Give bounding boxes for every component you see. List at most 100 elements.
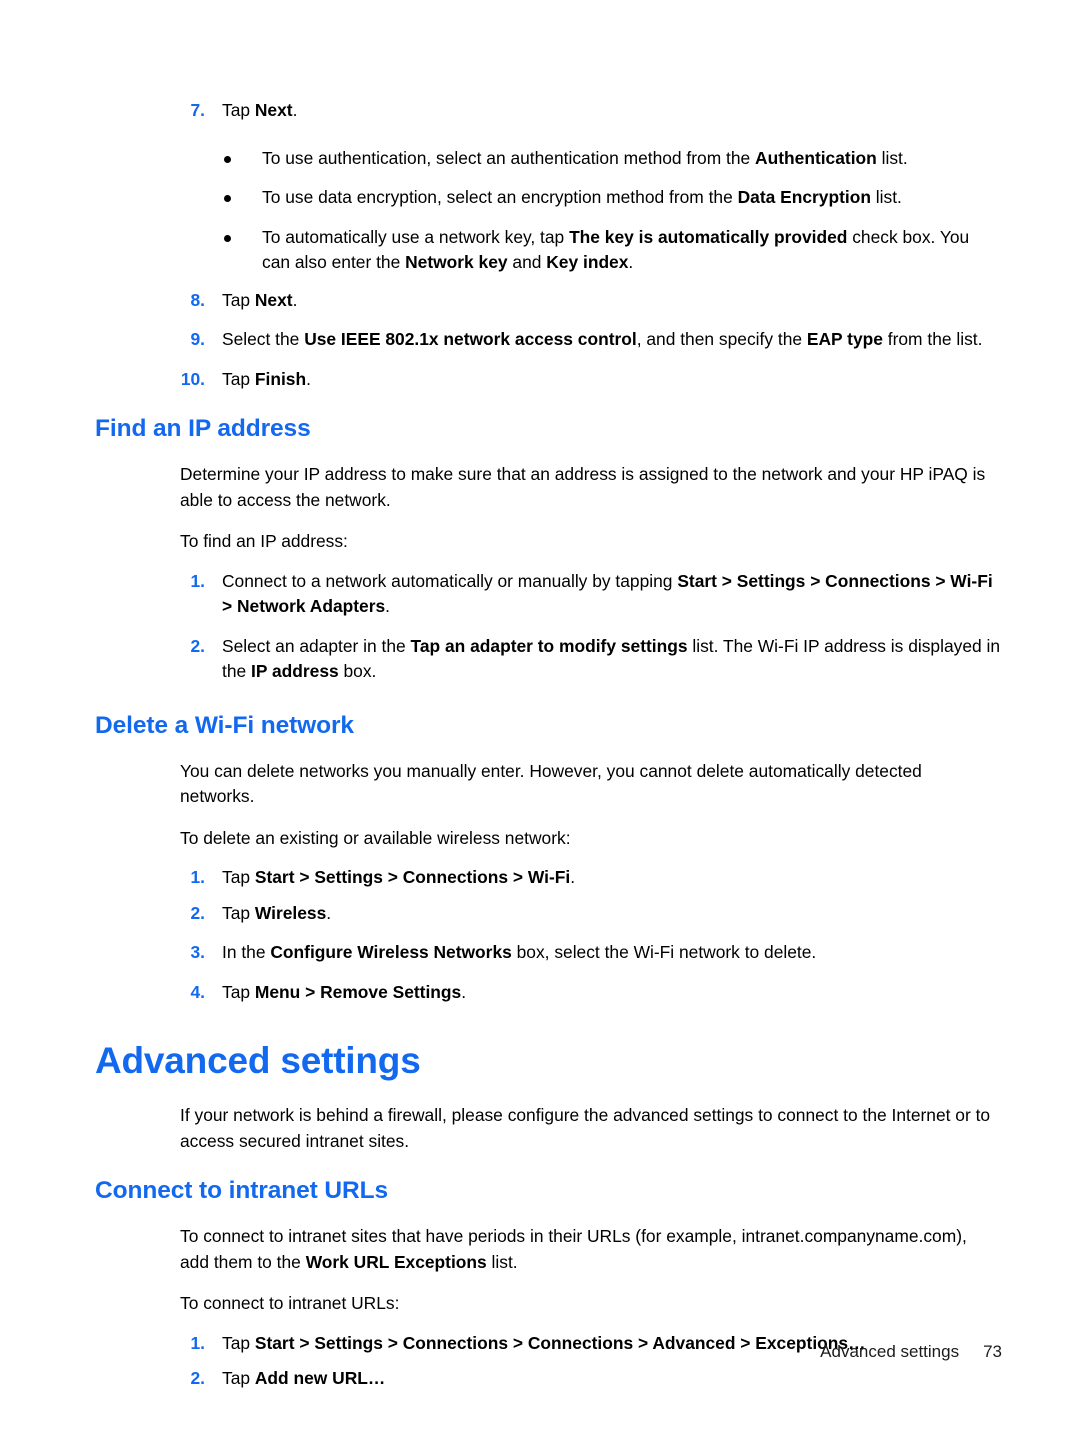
step10-bold: Finish [254,368,307,389]
list-item-number: 7. [190,100,205,120]
find-step1-c: . [385,596,391,616]
del-step3-a: In the [222,942,271,962]
paragraph-delete-intro: You can delete networks you manually ent… [180,760,922,807]
find-step2-d: IP address [251,661,339,681]
step8-text-after: . [292,289,298,310]
find-step1-a: Connect to a network automatically or ma… [222,570,678,591]
numbered-list-delete-wifi: 1. Tap Start > Settings > Connections > … [0,865,1080,1005]
bullet-list-auth-options: To use authentication, select an authent… [0,146,1080,276]
list-item: 2. Select an adapter in the Tap an adapt… [0,634,1080,685]
paragraph-intranet-intro: To connect to intranet sites that have p… [0,1224,1080,1275]
list-item-number: 3. [190,942,205,962]
del-step2-a: Tap [222,902,255,923]
bullet2-b: Data Encryption [737,187,871,207]
paragraph-find-ip-intro: Determine your IP address to make sure t… [180,464,986,510]
list-item-number: 1. [190,570,205,591]
numbered-list-wifi-setup-cont: 8. Tap Next. 9. Select the Use IEEE 802.… [0,288,1080,393]
step9-a: Select the [222,329,305,349]
list-item: 1. Tap Start > Settings > Connections > … [0,865,1080,891]
del-step1-c: . [570,867,576,887]
list-item: 2. Tap Wireless. [0,901,1080,927]
intra-step2-a: Tap [222,1368,255,1388]
bullet3-g: . [628,252,634,272]
del-step2-b: Wireless [254,902,327,923]
step7-text-after: . [292,100,298,120]
bullet-dot-icon [224,155,231,163]
find-step2-b: Tap an adapter to modify settings [410,635,688,656]
paragraph-intranet-lead: To connect to intranet URLs: [180,1293,400,1313]
step7-text-before: Tap [222,100,255,120]
bullet1-a: To use authentication, select an authent… [262,147,756,168]
list-item-number: 4. [190,981,205,1002]
page-footer: Advanced settings 73 [0,1342,1080,1362]
numbered-list-wifi-setup: 7. Tap Next. [0,98,1080,124]
list-item: To use authentication, select an authent… [0,146,1080,172]
step10-text-after: . [306,368,311,389]
step8-bold: Next [254,289,293,310]
del-step3-b: Configure Wireless Networks [270,942,512,962]
list-item-text: Tap Next. [222,100,297,120]
paragraph-advanced-intro: If your network is behind a firewall, pl… [180,1105,991,1151]
bullet3-a: To automatically use a network key, tap [262,226,570,247]
list-item-number: 9. [190,329,205,349]
section-heading-delete-wifi-wrap: Delete a Wi-Fi network [0,711,1080,741]
list-item-text: Tap Wireless. [222,903,331,923]
del-step1-b: Start > Settings > Connections > Wi-Fi [254,867,571,887]
intranet-intro-c: list. [486,1251,518,1272]
del-step4-c: . [461,981,467,1002]
bullet1-c: list. [876,147,908,168]
bullet-text: To use authentication, select an authent… [262,148,908,168]
bullet3-f: Key index [546,252,629,272]
footer-section-label: Advanced settings [820,1342,960,1361]
intra-step2-b: Add new URL… [254,1368,386,1388]
step8-text-before: Tap [222,289,255,310]
page-content: 7. Tap Next. To use authentication, sele… [0,98,1080,1392]
list-item-number: 8. [190,289,205,310]
bullet-dot-icon [224,195,231,202]
list-item: To use data encryption, select an encryp… [0,185,1080,211]
step9-b: Use IEEE 802.1x network access control [304,329,637,349]
list-item: 1. Connect to a network automatically or… [0,569,1080,620]
footer-page-number: 73 [983,1342,1002,1361]
step7-bold: Next [254,100,293,120]
find-step2-a: Select an adapter in the [222,635,411,656]
section-heading-find-ip-wrap: Find an IP address [0,414,1080,444]
bullet-text: To use data encryption, select an encryp… [262,187,902,207]
paragraph-find-ip-lead: To find an IP address: [180,531,348,551]
list-item-number: 2. [190,902,205,923]
list-item-text: Tap Add new URL… [222,1368,385,1388]
bullet3-e: and [507,252,547,272]
bullet1-b: Authentication [755,147,877,168]
list-item: 3. In the Configure Wireless Networks bo… [0,940,1080,966]
del-step3-c: box, select the Wi-Fi network to delete. [511,942,817,962]
del-step4-b: Menu > Remove Settings [254,981,462,1002]
list-item-number: 10. [180,368,205,389]
del-step4-a: Tap [222,981,255,1002]
section-heading-connect-intranet: Connect to intranet URLs [95,1177,388,1204]
paragraph-delete-lead: To delete an existing or available wirel… [180,827,571,848]
intranet-intro-b: Work URL Exceptions [305,1251,487,1272]
bullet2-c: list. [870,187,902,207]
bullet2-a: To use data encryption, select an encryp… [262,187,738,207]
list-item-text: Select the Use IEEE 802.1x network acces… [222,329,982,349]
bullet3-b: The key is automatically provided [569,226,848,247]
chapter-heading-advanced-settings: Advanced settings [95,1040,421,1081]
step9-e: from the list. [882,329,983,349]
list-item: 9. Select the Use IEEE 802.1x network ac… [0,327,1080,353]
list-item-text: Tap Next. [222,290,297,310]
section-heading-delete-wifi: Delete a Wi-Fi network [95,711,354,739]
del-step2-c: . [326,902,332,923]
bullet3-d: Network key [405,252,508,272]
find-step2-e: box. [338,661,377,681]
list-item: 2. Tap Add new URL… [0,1366,1080,1392]
del-step1-a: Tap [222,867,255,887]
list-item-text: Tap Finish. [222,369,311,389]
step9-d: EAP type [806,329,883,349]
list-item-text: Select an adapter in the Tap an adapter … [222,636,1000,682]
list-item-text: In the Configure Wireless Networks box, … [222,942,816,962]
step9-c: , and then specify the [636,329,807,349]
document-page: 7. Tap Next. To use authentication, sele… [0,0,1080,1437]
list-item-text: Connect to a network automatically or ma… [222,571,993,617]
bullet-dot-icon [224,234,231,242]
bullet-text: To automatically use a network key, tap … [262,227,969,273]
